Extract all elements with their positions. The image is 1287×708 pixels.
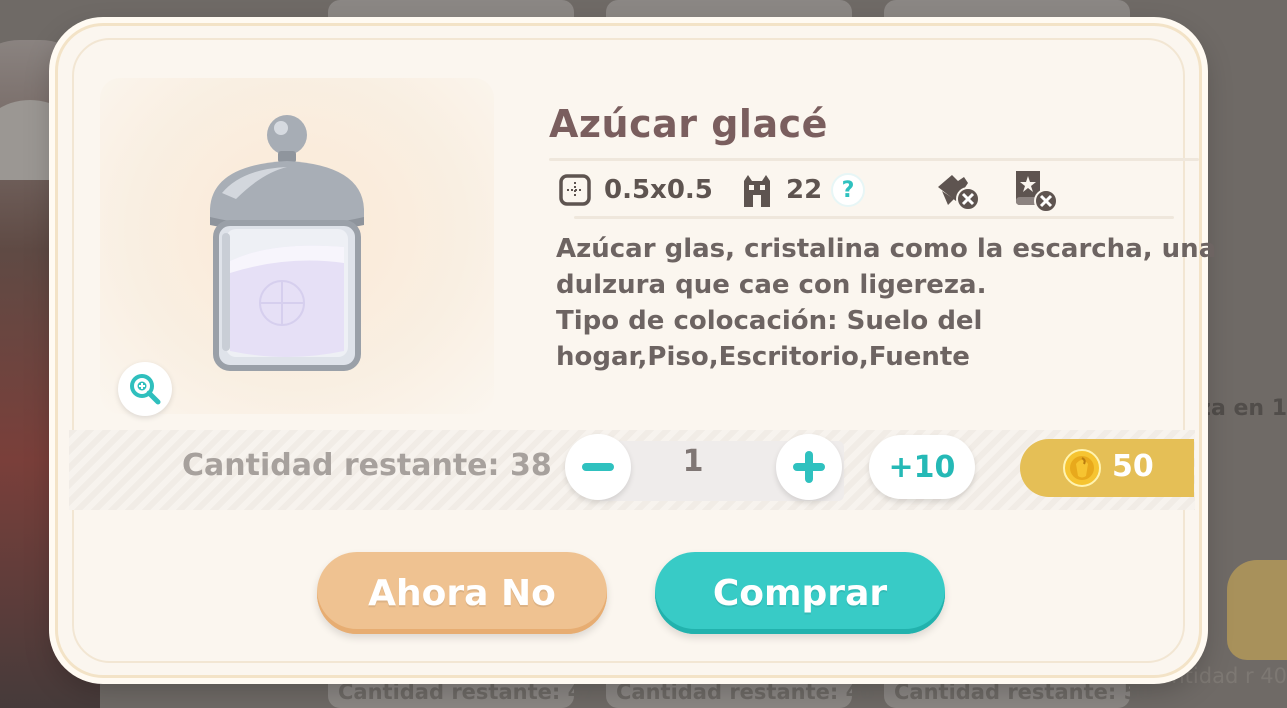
add-ten-button[interactable]: +10 [869,435,975,499]
buy-label: Comprar [712,572,888,614]
add-ten-label: +10 [888,449,956,485]
help-button[interactable]: ? [831,173,865,207]
item-title: Azúcar glacé [549,102,828,146]
zoom-icon [130,374,161,405]
background-card-label: Cantidad restante: 47 [338,680,597,704]
coin-icon [1063,449,1101,487]
comfort-value: 22 [786,175,823,205]
price-tag: 50 [1020,439,1194,497]
item-stats: 0.5x0.5 22 ? [558,169,1198,213]
background-card-label: Cantidad restante: 46 [616,680,875,704]
zoom-button[interactable] [118,362,172,416]
cancel-button[interactable]: Ahora No [317,552,607,634]
no-collection-icon [1016,171,1058,213]
help-icon: ? [841,177,855,203]
background-right-text: za en 1 [1198,396,1287,421]
size-grid-icon [559,174,591,206]
cancel-label: Ahora No [368,572,556,614]
description-line: dulzura que cae con ligereza. [556,270,987,300]
background-card-label: Cantidad restante: 50 [894,680,1153,704]
remaining-stock: Cantidad restante: 38 [182,448,552,483]
buy-button[interactable]: Comprar [655,552,945,634]
decrease-button[interactable] [565,434,631,500]
item-description: Azúcar glas, cristalina como la escarcha… [556,231,1217,375]
quantity-value: 1 [682,444,704,479]
divider [549,158,1199,161]
description-line: Tipo de colocación: Suelo del [556,306,983,336]
background-item [1227,560,1287,660]
increase-button[interactable] [776,434,842,500]
description-line: hogar,Piso,Escritorio,Fuente [556,342,970,372]
plus-icon [793,451,825,483]
no-dye-icon [938,175,980,211]
description-line: Azúcar glas, cristalina como la escarcha… [556,234,1217,264]
comfort-house-icon [744,175,770,207]
sugar-jar-image [210,115,364,371]
item-preview [100,78,494,414]
divider [574,216,1174,219]
minus-icon [582,463,614,471]
price-value: 50 [1112,449,1154,484]
purchase-dialog: Azúcar glacé 0.5x0.5 22 ? Azúcar glas, c… [55,23,1217,678]
item-size: 0.5x0.5 [604,175,713,205]
